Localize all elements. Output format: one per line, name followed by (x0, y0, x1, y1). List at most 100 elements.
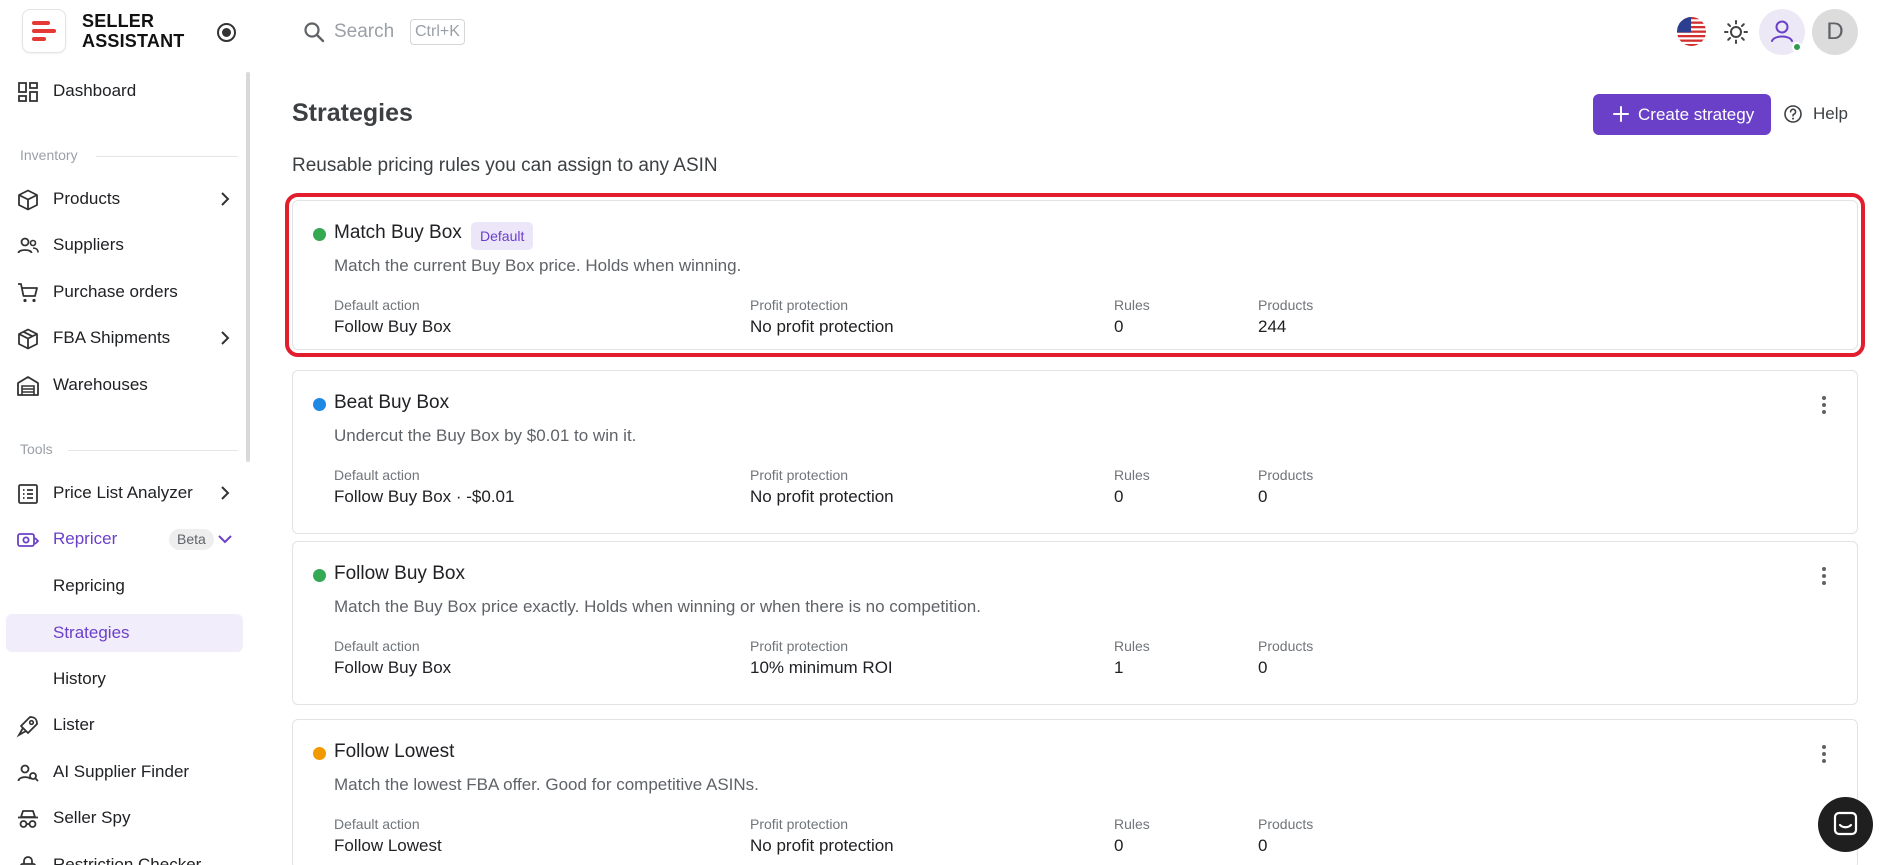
products-value: 0 (1258, 836, 1268, 855)
cart-icon (18, 283, 38, 303)
chat-icon (1833, 811, 1858, 836)
sidebar-item-seller-spy[interactable]: Seller Spy (6, 799, 243, 837)
products-label: Products (1258, 816, 1314, 832)
section-divider (68, 450, 238, 451)
sidebar-scrollbar[interactable] (246, 72, 250, 462)
rules-value: 0 (1114, 317, 1124, 336)
profit-protection-label: Profit protection (750, 297, 849, 313)
default-action-value: Follow Lowest (334, 836, 442, 855)
repricer-icon (17, 533, 40, 547)
create-strategy-button[interactable]: Create strategy (1593, 94, 1771, 135)
default-action-label: Default action (334, 816, 420, 832)
section-divider (96, 156, 238, 157)
sidebar-item-dashboard[interactable]: Dashboard (6, 72, 243, 110)
sidebar-item-label: FBA Shipments (53, 328, 171, 347)
rules-label: Rules (1114, 297, 1150, 313)
products-value: 244 (1258, 317, 1287, 336)
rocket-icon (16, 716, 38, 738)
theme-toggle-icon[interactable] (1722, 18, 1750, 46)
strategy-name: Beat Buy Box (334, 392, 450, 413)
sidebar-item-label: Products (53, 189, 121, 208)
sidebar-item-price-list-analyzer[interactable]: Price List Analyzer (6, 474, 243, 512)
sidebar-item-restriction-checker[interactable]: Restriction Checker (6, 846, 243, 865)
chat-launcher-button[interactable] (1818, 797, 1873, 852)
users-icon (17, 237, 39, 254)
sidebar-item-repricer[interactable]: Repricer Beta (6, 520, 243, 558)
section-label-inventory: Inventory (20, 147, 78, 163)
sidebar-item-label: Price List Analyzer (53, 483, 193, 502)
sidebar-item-suppliers[interactable]: Suppliers (6, 226, 243, 264)
online-status-icon (1792, 42, 1802, 52)
strategy-description: Match the lowest FBA offer. Good for com… (334, 775, 759, 794)
dashboard-icon (18, 82, 38, 102)
sidebar-item-label: AI Supplier Finder (53, 762, 190, 781)
products-label: Products (1258, 638, 1314, 654)
default-action-label: Default action (334, 638, 420, 654)
sidebar-item-purchase-orders[interactable]: Purchase orders (6, 273, 243, 311)
status-dot (313, 747, 326, 760)
search-input[interactable] (334, 18, 404, 46)
products-label: Products (1258, 297, 1314, 313)
sidebar-item-warehouses[interactable]: Warehouses (6, 366, 243, 404)
more-options-icon[interactable] (1812, 742, 1836, 766)
help-label: Help (1813, 104, 1848, 123)
strategy-card-follow-buy-box[interactable]: Follow Buy Box Match the Buy Box price e… (292, 541, 1858, 705)
products-label: Products (1258, 467, 1314, 483)
rules-label: Rules (1114, 816, 1150, 832)
default-action-value: Follow Buy Box (334, 317, 452, 336)
page-title: Strategies (292, 99, 413, 127)
sidebar-item-lister[interactable]: Lister (6, 706, 243, 744)
chevron-right-icon (221, 192, 230, 206)
sidebar-item-ai-supplier-finder[interactable]: AI Supplier Finder (6, 753, 243, 791)
sidebar-item-label: Dashboard (53, 81, 137, 100)
spy-icon (18, 810, 38, 828)
logo-icon[interactable] (22, 9, 66, 53)
strategy-card-beat-buy-box[interactable]: Beat Buy Box Undercut the Buy Box by $0.… (292, 370, 1858, 534)
box-icon (18, 189, 38, 211)
avatar[interactable]: D (1812, 9, 1858, 55)
status-dot (313, 569, 326, 582)
more-options-icon[interactable] (1812, 564, 1836, 588)
profit-protection-label: Profit protection (750, 816, 849, 832)
sidebar-item-label: Seller Spy (53, 808, 131, 827)
default-action-value: Follow Buy Box · -$0.01 (334, 487, 515, 506)
default-action-label: Default action (334, 297, 420, 313)
plus-icon (1613, 106, 1629, 122)
strategy-description: Match the Buy Box price exactly. Holds w… (334, 597, 981, 616)
create-strategy-label: Create strategy (1638, 105, 1755, 124)
us-flag-icon[interactable] (1677, 17, 1706, 46)
sidebar-item-label: Purchase orders (53, 282, 178, 301)
strategy-description: Match the current Buy Box price. Holds w… (334, 256, 742, 275)
app-logo-text[interactable]: SELLER ASSISTANT (82, 11, 184, 51)
profit-protection-label: Profit protection (750, 467, 849, 483)
sidebar-item-products[interactable]: Products (6, 180, 243, 218)
rules-value: 0 (1114, 836, 1124, 855)
strategy-card-match-buy-box[interactable]: Match Buy Box Default Match the current … (285, 193, 1865, 357)
profit-protection-value: 10% minimum ROI (750, 658, 893, 677)
chevron-right-icon (221, 331, 230, 345)
chevron-right-icon (221, 486, 230, 500)
default-badge: Default (471, 222, 534, 250)
strategy-name: Follow Lowest (334, 741, 455, 762)
products-value: 0 (1258, 658, 1268, 677)
sidebar-item-label: Repricer (53, 529, 118, 548)
logo-line-2: ASSISTANT (82, 31, 185, 51)
sidebar-item-repricing[interactable]: Repricing (6, 567, 243, 605)
default-action-label: Default action (334, 467, 420, 483)
lock-icon (20, 856, 36, 865)
help-button[interactable]: Help (1783, 99, 1848, 129)
more-options-icon[interactable] (1812, 393, 1836, 417)
sidebar-item-fba-shipments[interactable]: FBA Shipments (6, 319, 243, 357)
record-icon[interactable] (217, 23, 236, 42)
sidebar-item-label: Suppliers (53, 235, 124, 254)
search-icon (304, 22, 325, 43)
sidebar-item-label: Lister (53, 715, 95, 734)
search-shortcut-hint: Ctrl+K (410, 19, 465, 45)
profit-protection-value: No profit protection (750, 487, 894, 506)
sidebar-item-history[interactable]: History (6, 660, 243, 698)
sidebar: Dashboard Inventory Products Suppliers P… (0, 64, 250, 865)
sidebar-item-strategies[interactable]: Strategies (6, 614, 243, 652)
sidebar-item-label: Warehouses (53, 375, 148, 394)
account-button[interactable] (1759, 9, 1805, 55)
strategy-card-follow-lowest[interactable]: Follow Lowest Match the lowest FBA offer… (292, 719, 1858, 865)
